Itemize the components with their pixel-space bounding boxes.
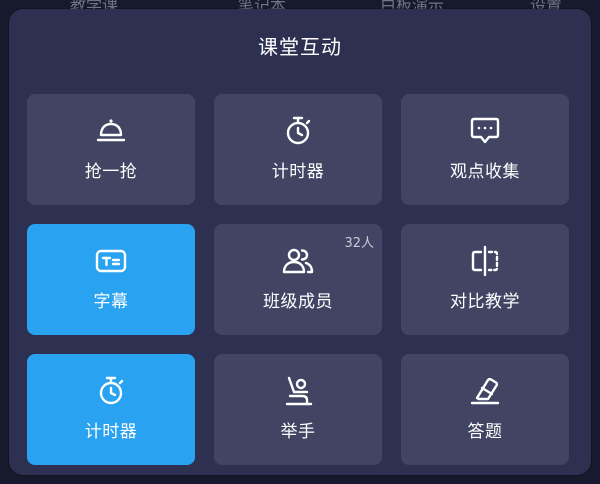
panel-title: 课堂互动 xyxy=(258,35,342,59)
tile-label: 计时器 xyxy=(84,422,138,442)
tile-class-members[interactable]: 32人 班级成员 xyxy=(214,224,382,335)
tile-opinion-collect[interactable]: 观点收集 xyxy=(401,94,569,205)
tile-label: 字幕 xyxy=(93,292,129,312)
tile-label: 举手 xyxy=(280,422,316,442)
tile-label: 抢一抢 xyxy=(84,162,138,182)
eraser-answer-icon xyxy=(468,374,502,408)
tile-label: 答题 xyxy=(467,422,503,442)
bell-icon xyxy=(94,114,128,148)
people-icon xyxy=(281,244,315,278)
tile-timer-active[interactable]: 计时器 xyxy=(27,354,195,465)
tile-grab[interactable]: 抢一抢 xyxy=(27,94,195,205)
raise-hand-icon xyxy=(281,374,315,408)
tile-raise-hand[interactable]: 举手 xyxy=(214,354,382,465)
chat-bubble-icon xyxy=(468,114,502,148)
tile-label: 班级成员 xyxy=(263,292,333,312)
interaction-grid: 抢一抢 计时器 观点收集 字幕 32人 班级成员 对比教学 计时器 举手 答题 xyxy=(27,94,573,465)
tile-label: 计时器 xyxy=(271,162,325,182)
member-count-badge: 32人 xyxy=(344,236,374,251)
stopwatch-icon xyxy=(281,114,315,148)
tile-compare-teaching[interactable]: 对比教学 xyxy=(401,224,569,335)
tile-label: 观点收集 xyxy=(450,162,520,182)
tile-label: 对比教学 xyxy=(450,292,520,312)
tile-subtitles[interactable]: 字幕 xyxy=(27,224,195,335)
tile-answer-quiz[interactable]: 答题 xyxy=(401,354,569,465)
tile-timer[interactable]: 计时器 xyxy=(214,94,382,205)
caption-icon xyxy=(94,244,128,278)
classroom-interaction-panel: 课堂互动 抢一抢 计时器 观点收集 字幕 32人 班级成员 对比教学 计时器 举… xyxy=(9,9,591,475)
compare-icon xyxy=(468,244,502,278)
stopwatch-icon xyxy=(94,374,128,408)
